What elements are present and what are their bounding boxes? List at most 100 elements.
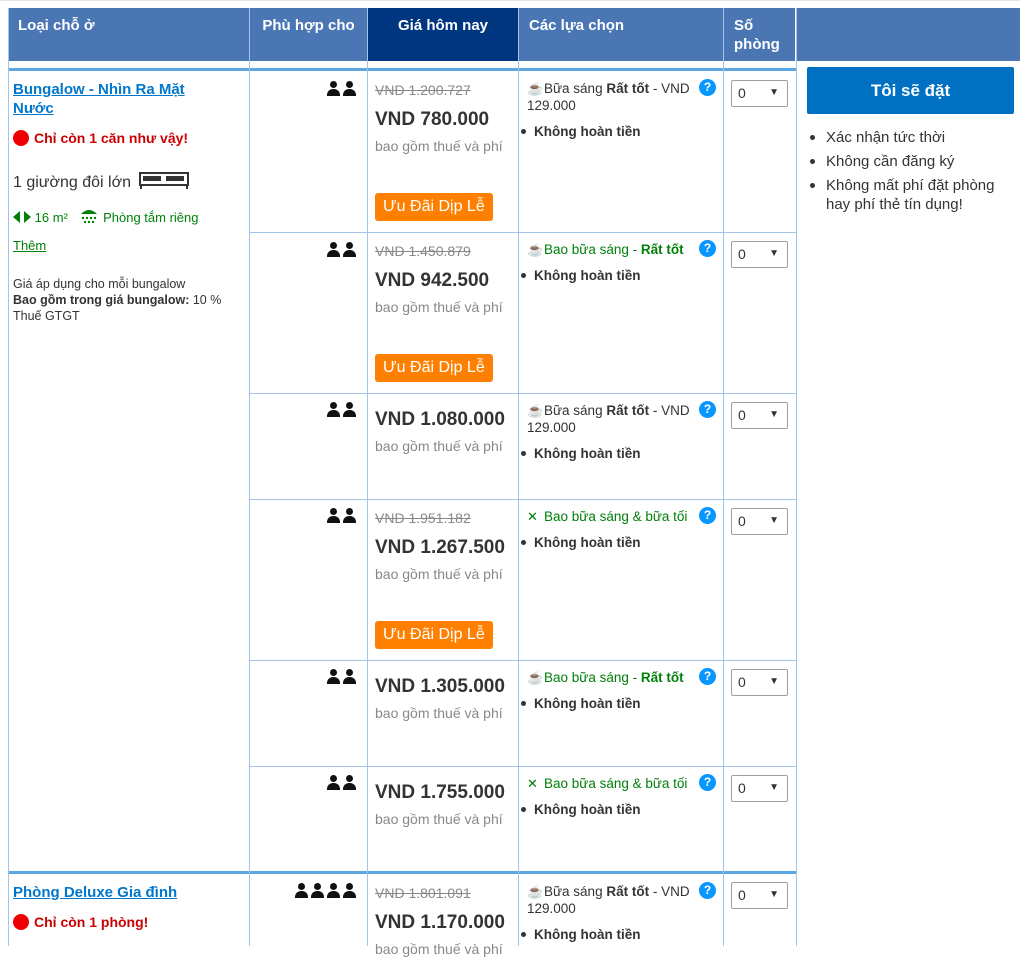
bed-info: 1 giường đôi lớn: [13, 170, 190, 192]
room-count-select[interactable]: 0 ▼: [731, 669, 788, 696]
meal-text: Bữa sáng: [544, 884, 603, 899]
header-blank: [797, 8, 1020, 61]
row-divider: [249, 766, 796, 767]
room-count-select[interactable]: 0 ▼: [731, 508, 788, 535]
room-divider: [8, 68, 796, 71]
header-rooms-label: Số phòng: [734, 17, 780, 53]
header-sleeps-label: Phù hợp cho: [262, 17, 355, 34]
occupancy-2-icon: [325, 508, 357, 524]
meal-option: ✕ Bao bữa sáng & bữa tối: [527, 775, 707, 792]
non-refundable: Không hoàn tiền: [519, 927, 640, 942]
column-divider: [367, 8, 368, 946]
shower-icon: [81, 210, 98, 224]
coffee-icon: ☕: [527, 670, 544, 685]
taxes-note: bao gồm thuế và phí: [375, 811, 503, 827]
header-sleeps: Phù hợp cho: [250, 8, 367, 61]
occupancy-2-icon: [325, 402, 357, 418]
dropdown-arrow-icon: ▼: [769, 515, 779, 526]
meal-option: ☕Bao bữa sáng - Rất tốt: [527, 241, 697, 258]
dropdown-arrow-icon: ▼: [769, 87, 779, 98]
row-divider: [249, 232, 796, 233]
current-price: VND 1.080.000: [375, 409, 505, 430]
taxes-note: bao gồm thuế và phí: [375, 705, 503, 721]
non-refundable: Không hoàn tiền: [519, 124, 640, 139]
table-border: [8, 8, 9, 946]
header-price-today[interactable]: Giá hôm nay: [368, 8, 518, 61]
help-icon[interactable]: ?: [699, 401, 716, 418]
meal-rating: Rất tốt: [640, 670, 684, 685]
current-price: VND 1.305.000: [375, 676, 505, 697]
room-count-select[interactable]: 0 ▼: [731, 882, 788, 909]
non-refundable: Không hoàn tiền: [519, 802, 640, 817]
help-icon[interactable]: ?: [699, 882, 716, 899]
taxes-note: bao gồm thuế và phí: [375, 566, 503, 582]
header-rooms: Số phòng: [724, 8, 795, 61]
coffee-icon: ☕: [527, 884, 544, 899]
select-value: 0: [738, 887, 746, 903]
select-value: 0: [738, 246, 746, 262]
alert-dot-icon: [13, 130, 29, 146]
meal-rating: Rất tốt: [640, 242, 684, 257]
original-price: VND 1.200.727: [375, 82, 471, 98]
help-icon[interactable]: ?: [699, 774, 716, 791]
select-value: 0: [738, 513, 746, 529]
room-divider: [8, 871, 796, 874]
benefits-list: Xác nhận tức thời Không cần đăng ký Khôn…: [810, 128, 1020, 219]
non-refundable: Không hoàn tiền: [519, 268, 640, 283]
cutlery-icon: ✕: [527, 776, 538, 791]
current-price: VND 1.755.000: [375, 782, 505, 803]
help-icon[interactable]: ?: [699, 668, 716, 685]
help-icon[interactable]: ?: [699, 507, 716, 524]
availability-text: Chỉ còn 1 phòng!: [34, 914, 149, 930]
taxes-note: bao gồm thuế và phí: [375, 941, 503, 957]
select-value: 0: [738, 674, 746, 690]
taxes-note: bao gồm thuế và phí: [375, 138, 503, 154]
current-price: VND 942.500: [375, 270, 490, 291]
included-label: Bao gồm trong giá bungalow:: [13, 293, 190, 307]
book-button[interactable]: Tôi sẽ đặt: [807, 67, 1014, 114]
bed-text: 1 giường đôi lớn: [13, 174, 131, 191]
meal-text: Bao bữa sáng & bữa tối: [544, 509, 688, 524]
room-size-icon: [13, 211, 31, 223]
meal-option: ✕ Bao bữa sáng & bữa tối: [527, 508, 707, 525]
meal-text: Bữa sáng: [544, 403, 603, 418]
room-count-select[interactable]: 0 ▼: [731, 775, 788, 802]
dropdown-arrow-icon: ▼: [769, 782, 779, 793]
room-name-link[interactable]: Phòng Deluxe Gia đình: [13, 883, 177, 902]
row-divider: [249, 393, 796, 394]
meal-text: Bao bữa sáng -: [544, 670, 641, 685]
original-price: VND 1.951.182: [375, 510, 471, 526]
top-border: [0, 0, 1020, 8]
taxes-note: bao gồm thuế và phí: [375, 438, 503, 454]
row-divider: [249, 660, 796, 661]
column-divider: [796, 8, 797, 946]
promo-badge: Ưu Đãi Dịp Lễ: [375, 621, 493, 649]
coffee-icon: ☕: [527, 403, 544, 418]
coffee-icon: ☕: [527, 242, 544, 257]
current-price: VND 1.267.500: [375, 537, 505, 558]
select-value: 0: [738, 407, 746, 423]
meal-option: ☕Bữa sáng Rất tốt - VND 129.000: [527, 883, 707, 917]
room-count-select[interactable]: 0 ▼: [731, 402, 788, 429]
taxes-note: bao gồm thuế và phí: [375, 299, 503, 315]
dropdown-arrow-icon: ▼: [769, 676, 779, 687]
meal-rating: Rất tốt: [606, 403, 650, 418]
dropdown-arrow-icon: ▼: [769, 889, 779, 900]
promo-badge: Ưu Đãi Dịp Lễ: [375, 354, 493, 382]
room-name-link[interactable]: Bungalow - Nhìn Ra Mặt Nước: [13, 80, 213, 118]
meal-option: ☕Bao bữa sáng - Rất tốt: [527, 669, 697, 686]
more-link[interactable]: Thêm: [13, 238, 46, 253]
occupancy-2-icon: [325, 775, 357, 791]
help-icon[interactable]: ?: [699, 240, 716, 257]
price-note-text: Giá áp dụng cho mỗi bungalow: [13, 277, 186, 291]
room-count-select[interactable]: 0 ▼: [731, 80, 788, 107]
original-price: VND 1.801.091: [375, 885, 471, 901]
original-price: VND 1.450.879: [375, 243, 471, 259]
room-count-select[interactable]: 0 ▼: [731, 241, 788, 268]
benefit-item: Không mất phí đặt phòng hay phí thẻ tín …: [810, 176, 1020, 214]
cutlery-icon: ✕: [527, 509, 538, 524]
coffee-icon: ☕: [527, 81, 544, 96]
current-price: VND 1.170.000: [375, 912, 505, 933]
availability-notice: Chỉ còn 1 căn như vậy!: [13, 130, 188, 146]
help-icon[interactable]: ?: [699, 79, 716, 96]
